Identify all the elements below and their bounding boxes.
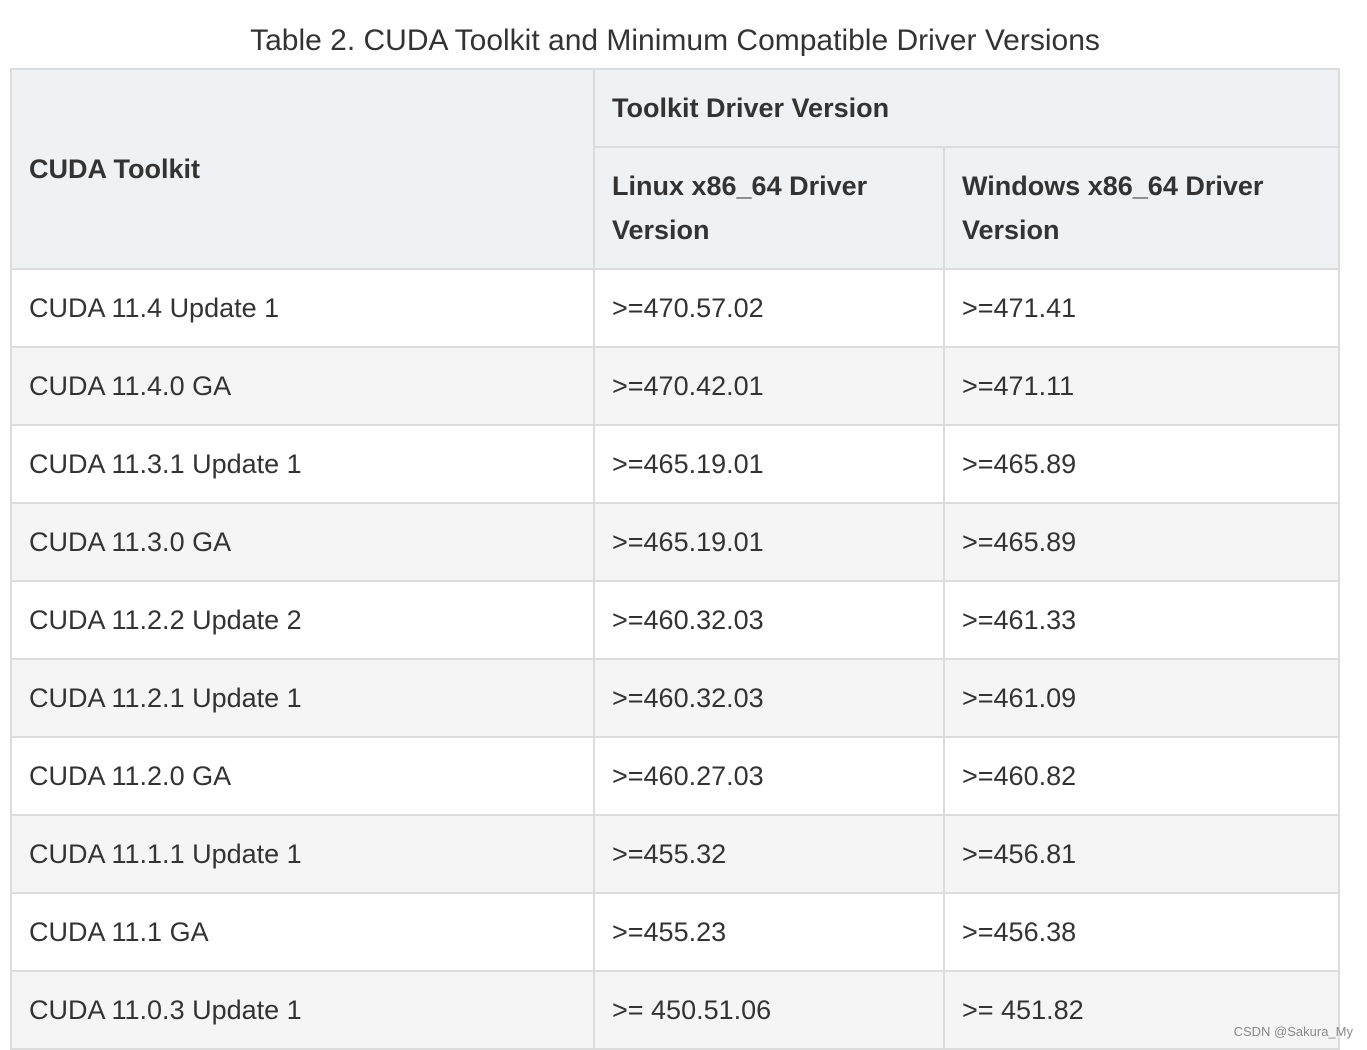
header-row-1: CUDA Toolkit Toolkit Driver Version — [10, 68, 1340, 270]
watermark: CSDN @Sakura_My — [1233, 1024, 1353, 1039]
header-linux-line2: Version — [612, 215, 710, 245]
cell-toolkit: CUDA 11.0.3 Update 1 — [10, 970, 595, 1050]
cell-windows-driver: >=465.89 — [943, 424, 1340, 504]
cell-toolkit: CUDA 11.2.2 Update 2 — [10, 580, 595, 660]
table-row: CUDA 11.3.0 GA >=465.19.01 >=465.89 — [10, 502, 1340, 582]
cell-windows-driver: >=461.09 — [943, 658, 1340, 738]
header-linux-driver-version: Linux x86_64 Driver Version — [593, 146, 945, 270]
cell-toolkit: CUDA 11.1 GA — [10, 892, 595, 972]
table-row: CUDA 11.2.1 Update 1 >=460.32.03 >=461.0… — [10, 658, 1340, 738]
header-windows-driver-version: Windows x86_64 Driver Version — [943, 146, 1340, 270]
cell-linux-driver: >=460.32.03 — [593, 658, 945, 738]
cell-windows-driver: >=471.41 — [943, 268, 1340, 348]
cell-toolkit: CUDA 11.4.0 GA — [10, 346, 595, 426]
cell-toolkit: CUDA 11.2.0 GA — [10, 736, 595, 816]
table-header: CUDA Toolkit Toolkit Driver Version Linu… — [10, 68, 1340, 270]
header-linux-line1: Linux x86_64 Driver — [612, 171, 868, 201]
header-cuda-toolkit: CUDA Toolkit — [10, 68, 595, 270]
cell-toolkit: CUDA 11.2.1 Update 1 — [10, 658, 595, 738]
cell-toolkit: CUDA 11.1.1 Update 1 — [10, 814, 595, 894]
cell-windows-driver: >=460.82 — [943, 736, 1340, 816]
table-caption: Table 2. CUDA Toolkit and Minimum Compat… — [250, 24, 1100, 57]
cell-toolkit: CUDA 11.3.0 GA — [10, 502, 595, 582]
table-row: CUDA 11.0.3 Update 1 >= 450.51.06 >= 451… — [10, 970, 1340, 1050]
header-toolkit-driver-version: Toolkit Driver Version — [593, 68, 1340, 148]
cell-toolkit: CUDA 11.4 Update 1 — [10, 268, 595, 348]
cell-windows-driver: >=456.38 — [943, 892, 1340, 972]
table-row: CUDA 11.2.0 GA >=460.27.03 >=460.82 — [10, 736, 1340, 816]
cell-windows-driver: >=461.33 — [943, 580, 1340, 660]
cell-linux-driver: >=465.19.01 — [593, 424, 945, 504]
table-row: CUDA 11.1 GA >=455.23 >=456.38 — [10, 892, 1340, 972]
cell-linux-driver: >=460.32.03 — [593, 580, 945, 660]
cell-toolkit: CUDA 11.3.1 Update 1 — [10, 424, 595, 504]
cell-linux-driver: >=460.27.03 — [593, 736, 945, 816]
table-row: CUDA 11.3.1 Update 1 >=465.19.01 >=465.8… — [10, 424, 1340, 504]
driver-version-table: CUDA Toolkit Toolkit Driver Version Linu… — [10, 68, 1340, 1050]
table-row: CUDA 11.4 Update 1 >=470.57.02 >=471.41 — [10, 268, 1340, 348]
header-windows-line2: Version — [962, 215, 1060, 245]
cell-linux-driver: >=455.23 — [593, 892, 945, 972]
table-row: CUDA 11.2.2 Update 2 >=460.32.03 >=461.3… — [10, 580, 1340, 660]
cell-linux-driver: >=470.57.02 — [593, 268, 945, 348]
cell-linux-driver: >=455.32 — [593, 814, 945, 894]
cell-windows-driver: >=465.89 — [943, 502, 1340, 582]
cell-linux-driver: >= 450.51.06 — [593, 970, 945, 1050]
cell-linux-driver: >=470.42.01 — [593, 346, 945, 426]
table-row: CUDA 11.1.1 Update 1 >=455.32 >=456.81 — [10, 814, 1340, 894]
cell-windows-driver: >=471.11 — [943, 346, 1340, 426]
cell-windows-driver: >=456.81 — [943, 814, 1340, 894]
table-row: CUDA 11.4.0 GA >=470.42.01 >=471.11 — [10, 346, 1340, 426]
header-windows-line1: Windows x86_64 Driver — [962, 171, 1264, 201]
cell-linux-driver: >=465.19.01 — [593, 502, 945, 582]
table-body: CUDA 11.4 Update 1 >=470.57.02 >=471.41 … — [10, 268, 1340, 1050]
